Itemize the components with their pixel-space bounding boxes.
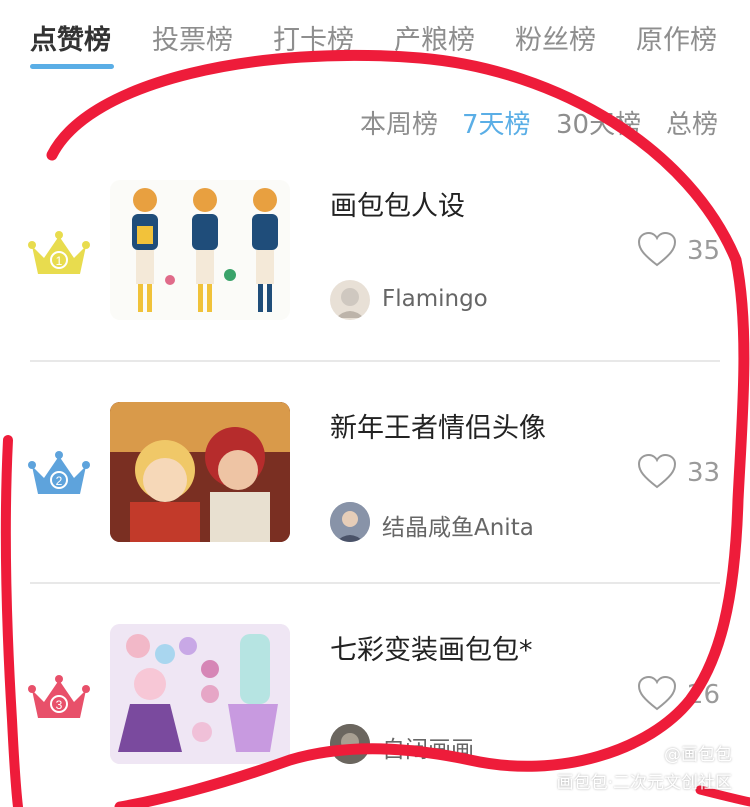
period-filter: 本周榜 7天榜 30天榜 总榜 (0, 104, 750, 140)
row-divider (30, 582, 720, 584)
like-count: 26 (687, 680, 721, 710)
period-7-days[interactable]: 7天榜 (462, 104, 531, 141)
heart-icon[interactable] (636, 230, 678, 268)
crown-gold-icon: 1 (28, 231, 90, 274)
avatar[interactable] (330, 502, 370, 542)
author-name[interactable]: Flamingo (382, 286, 488, 312)
rank-number: 2 (56, 474, 63, 488)
artwork-title[interactable]: 画包包人设 (330, 184, 465, 223)
artwork-thumbnail[interactable] (110, 180, 290, 320)
avatar[interactable] (330, 724, 370, 764)
like-count: 35 (687, 236, 721, 266)
heart-icon[interactable] (636, 674, 678, 712)
artwork-thumbnail[interactable] (110, 624, 290, 764)
ranking-item[interactable]: 1 画包包人设 Flamingo 35 (0, 150, 750, 372)
period-30-days[interactable]: 30天榜 (556, 104, 641, 141)
ranking-item[interactable]: 2 新年王者情侣头像 结晶咸鱼Anita 33 (0, 372, 750, 594)
artwork-title[interactable]: 七彩变装画包包* (330, 628, 533, 667)
tab-checkin[interactable]: 打卡榜 (273, 18, 354, 57)
artwork-thumbnail[interactable] (110, 402, 290, 542)
rank-number: 3 (56, 698, 63, 712)
tab-original[interactable]: 原作榜 (636, 18, 717, 57)
avatar[interactable] (330, 280, 370, 320)
period-this-week[interactable]: 本周榜 (360, 104, 438, 141)
watermark-site: 画包包·二次元文创社区 (556, 773, 732, 793)
heart-icon[interactable] (636, 452, 678, 490)
watermark-handle: @画包包 (664, 745, 732, 765)
crown-silver-icon: 2 (28, 451, 90, 494)
artwork-title[interactable]: 新年王者情侣头像 (330, 406, 546, 445)
tab-votes[interactable]: 投票榜 (152, 18, 233, 57)
tab-likes[interactable]: 点赞榜 (30, 18, 111, 57)
author-name[interactable]: 结晶咸鱼Anita (382, 508, 534, 542)
period-all-time[interactable]: 总榜 (666, 104, 718, 141)
tab-fans[interactable]: 粉丝榜 (515, 18, 596, 57)
crown-bronze-icon: 3 (28, 675, 90, 718)
row-divider (30, 360, 720, 362)
active-tab-indicator (30, 64, 114, 69)
like-count: 33 (687, 458, 721, 488)
rank-number: 1 (56, 254, 63, 268)
author-name[interactable]: 自闭画画 (382, 730, 474, 764)
ranking-tab-bar: 点赞榜 投票榜 打卡榜 产粮榜 粉丝榜 原作榜 (0, 0, 750, 76)
tab-output[interactable]: 产粮榜 (394, 18, 475, 57)
